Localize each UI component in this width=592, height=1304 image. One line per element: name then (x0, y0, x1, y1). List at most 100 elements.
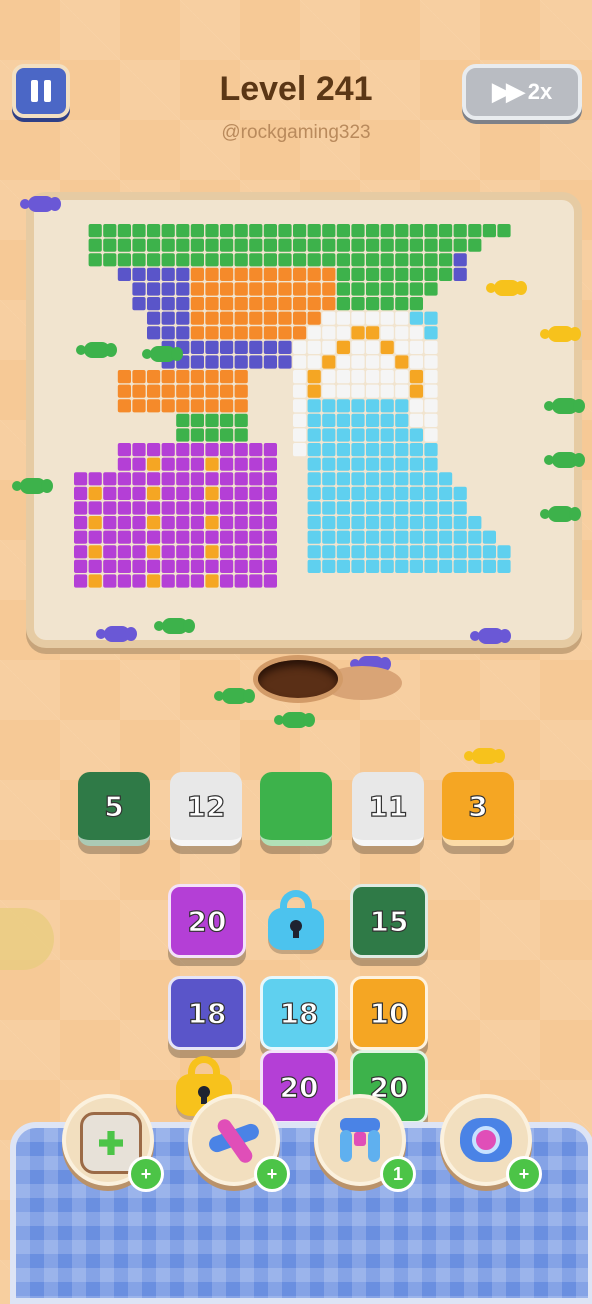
pixel-block (395, 267, 409, 281)
pixel-block (293, 355, 307, 369)
pixel-block (147, 311, 161, 325)
speed-button[interactable]: ▶▶ 2x (462, 64, 582, 120)
pixel-block (161, 224, 175, 238)
pixel-block (234, 355, 248, 369)
pixel-block (380, 297, 394, 311)
pixel-block (322, 443, 336, 457)
pixel-block (263, 297, 277, 311)
pixel-block (395, 224, 409, 238)
pixel-block (439, 253, 453, 267)
pixel-block (307, 457, 321, 471)
pixel-block (220, 443, 234, 457)
pixel-block (380, 238, 394, 252)
pixel-block (351, 516, 365, 530)
queue-slot[interactable]: 3 (442, 772, 514, 846)
color-stack[interactable]: 18 (260, 976, 338, 1050)
pixel-block (380, 267, 394, 281)
pixel-block (190, 413, 204, 427)
vacuum-booster[interactable]: + (440, 1094, 542, 1192)
pixel-block (395, 472, 409, 486)
shuffle-booster[interactable]: + (188, 1094, 290, 1192)
pixel-block (190, 297, 204, 311)
pixel-block (351, 355, 365, 369)
pixel-block (103, 224, 117, 238)
pixel-block (249, 238, 263, 252)
queue-slot[interactable]: 5 (78, 772, 150, 846)
pixel-block (468, 559, 482, 573)
pixel-block (220, 340, 234, 354)
pixel-block (220, 267, 234, 281)
pixel-block (263, 311, 277, 325)
pixel-block (176, 253, 190, 267)
pixel-block (395, 355, 409, 369)
pixel-block (366, 297, 380, 311)
pixel-block (161, 297, 175, 311)
pixel-block (234, 224, 248, 238)
pixel-block (307, 238, 321, 252)
pixel-block (497, 559, 511, 573)
pixel-block (220, 224, 234, 238)
pixel-block (366, 530, 380, 544)
color-stack[interactable]: 15 (350, 884, 428, 958)
pixel-block (176, 559, 190, 573)
pixel-block (409, 238, 423, 252)
pixel-block (117, 516, 131, 530)
color-stack[interactable]: 10 (350, 976, 428, 1050)
pixel-block (220, 253, 234, 267)
pixel-block (366, 443, 380, 457)
queue-slot[interactable]: 11 (352, 772, 424, 846)
pixel-block (395, 530, 409, 544)
queue-slot[interactable] (260, 772, 332, 846)
pixel-block (88, 545, 102, 559)
pixel-block (395, 486, 409, 500)
pixel-block (147, 516, 161, 530)
pixel-block (234, 340, 248, 354)
ant (20, 196, 61, 212)
pixel-block (351, 384, 365, 398)
pixel-block (205, 355, 219, 369)
pixel-block (234, 399, 248, 413)
ant (76, 342, 117, 358)
pixel-block (395, 282, 409, 296)
pixel-block (176, 370, 190, 384)
pixel-block (366, 501, 380, 515)
pixel-block (366, 355, 380, 369)
stack-count: 20 (187, 904, 227, 938)
pixel-block (205, 253, 219, 267)
pixel-block (234, 311, 248, 325)
pixel-block (117, 472, 131, 486)
color-stack[interactable]: 18 (168, 976, 246, 1050)
pixel-block (395, 399, 409, 413)
pixel-block (439, 238, 453, 252)
pixel-block (161, 472, 175, 486)
pixel-block (336, 355, 350, 369)
magnet-booster[interactable]: 1 (314, 1094, 416, 1192)
color-stack[interactable]: 20 (168, 884, 246, 958)
pixel-block (190, 486, 204, 500)
pixel-block (453, 486, 467, 500)
queue-slot-count: 11 (368, 789, 408, 823)
pixel-block (88, 486, 102, 500)
pixel-block (395, 516, 409, 530)
queue-slot[interactable]: 12 (170, 772, 242, 846)
pixel-block (293, 282, 307, 296)
pixel-block (351, 224, 365, 238)
pixel-block (205, 428, 219, 442)
pixel-block (424, 443, 438, 457)
pixel-block (453, 238, 467, 252)
pixel-block (336, 238, 350, 252)
pixel-block (424, 501, 438, 515)
stack-count: 15 (369, 904, 409, 938)
pixel-block (161, 370, 175, 384)
pixel-block (307, 311, 321, 325)
add-slot-booster[interactable]: + (62, 1094, 164, 1192)
pixel-block (147, 238, 161, 252)
pixel-block (395, 413, 409, 427)
pixel-block (220, 545, 234, 559)
pixel-block (424, 311, 438, 325)
lock-icon[interactable] (268, 890, 324, 950)
pixel-block (249, 326, 263, 340)
pixel-block (249, 443, 263, 457)
pixel-block (147, 530, 161, 544)
pixel-block (278, 311, 292, 325)
